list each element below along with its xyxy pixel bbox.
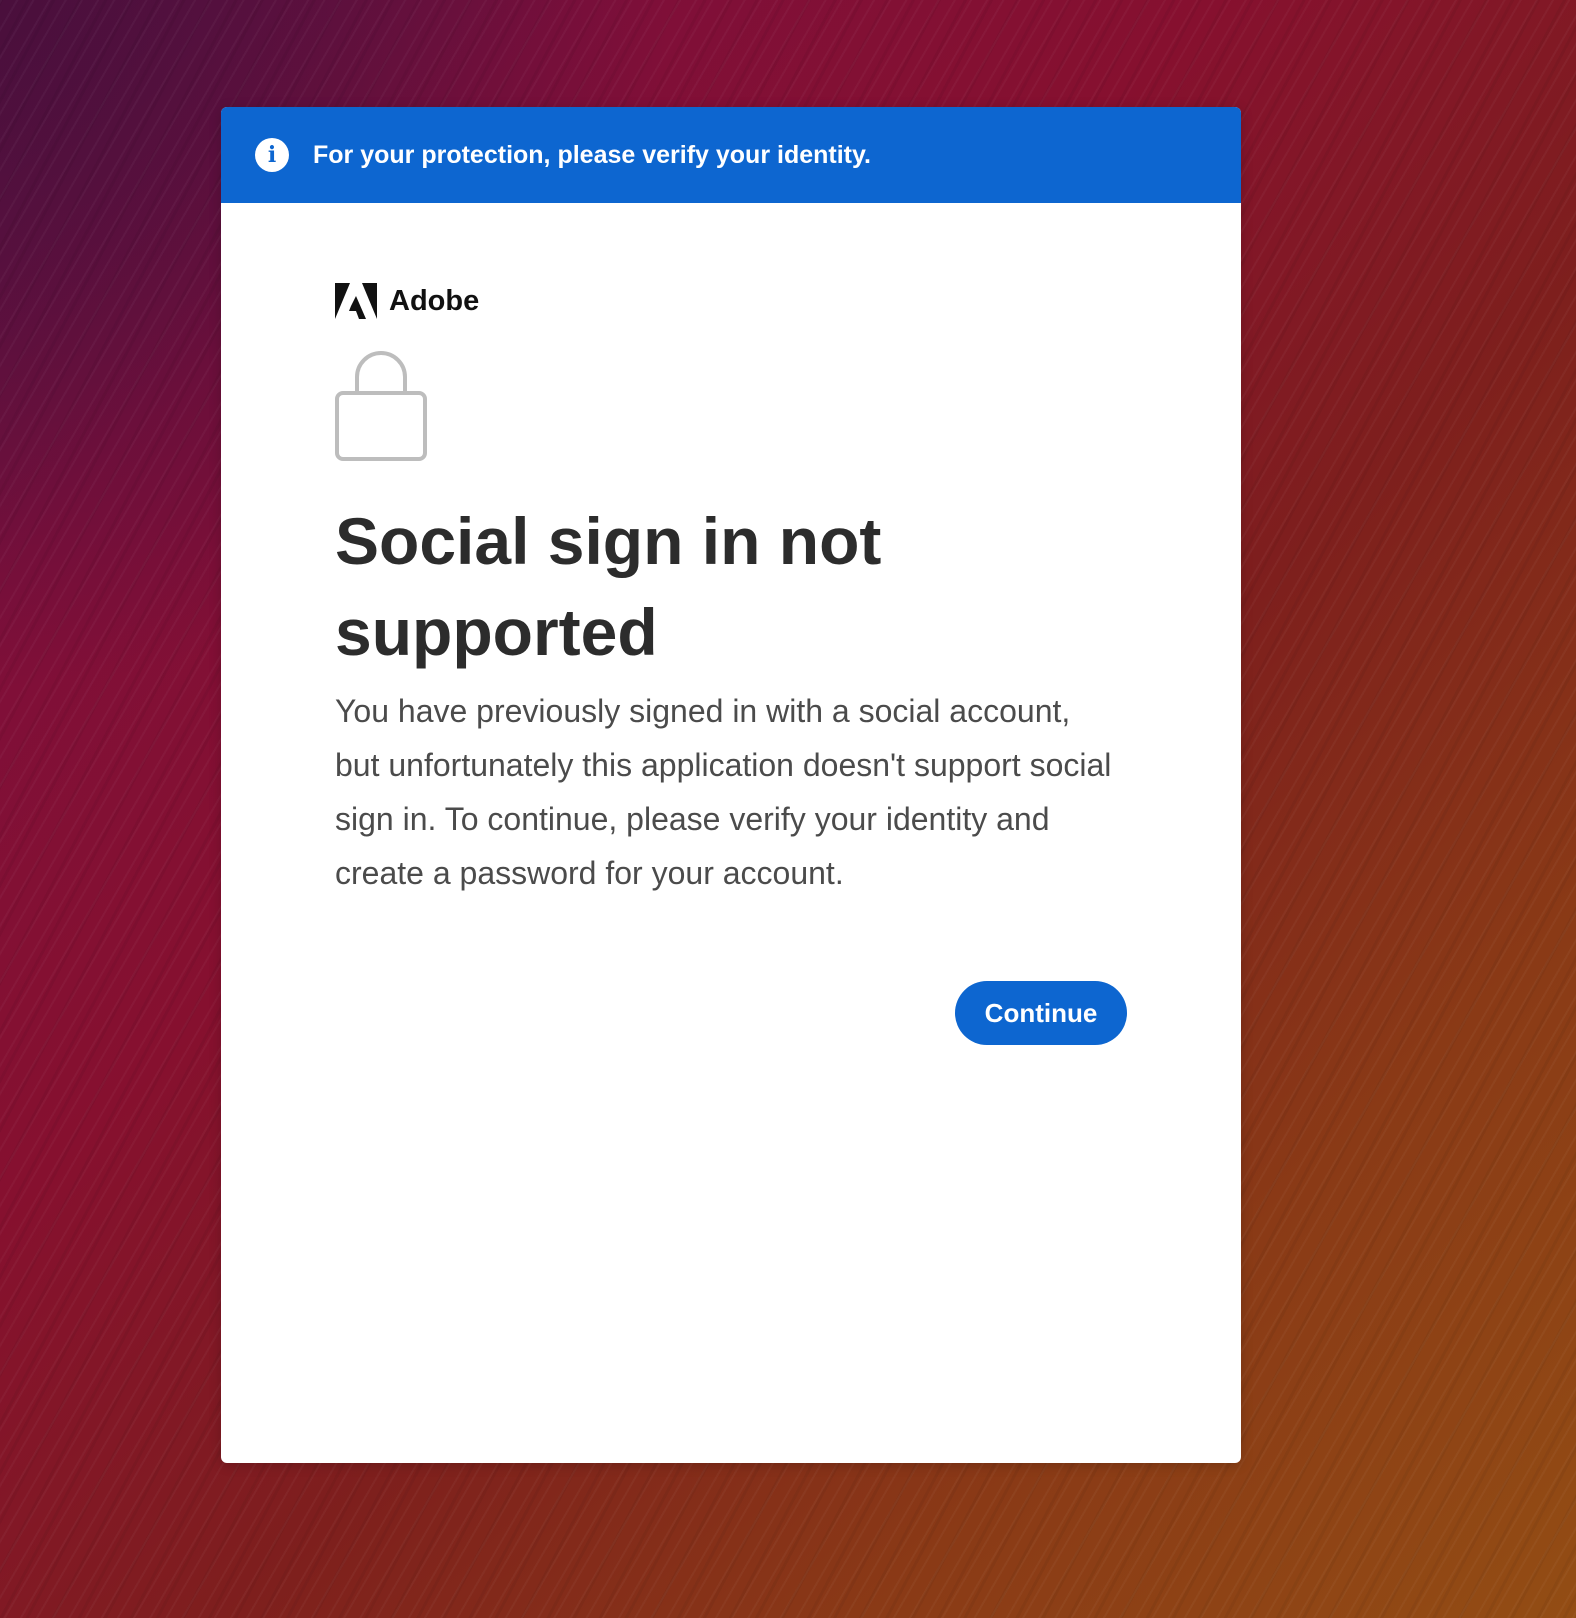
verification-dialog: i For your protection, please verify you… bbox=[221, 107, 1241, 1463]
page-title: Social sign in not supported bbox=[335, 504, 882, 669]
banner-message: For your protection, please verify your … bbox=[313, 140, 871, 169]
brand: Adobe bbox=[335, 283, 479, 319]
adobe-logo-icon bbox=[335, 283, 377, 319]
info-banner: i For your protection, please verify you… bbox=[221, 107, 1241, 203]
lock-icon bbox=[335, 351, 427, 461]
description-text: You have previously signed in with a soc… bbox=[335, 693, 1112, 891]
brand-name: Adobe bbox=[389, 284, 480, 317]
continue-button[interactable]: Continue bbox=[955, 981, 1127, 1045]
info-icon: i bbox=[255, 138, 289, 172]
